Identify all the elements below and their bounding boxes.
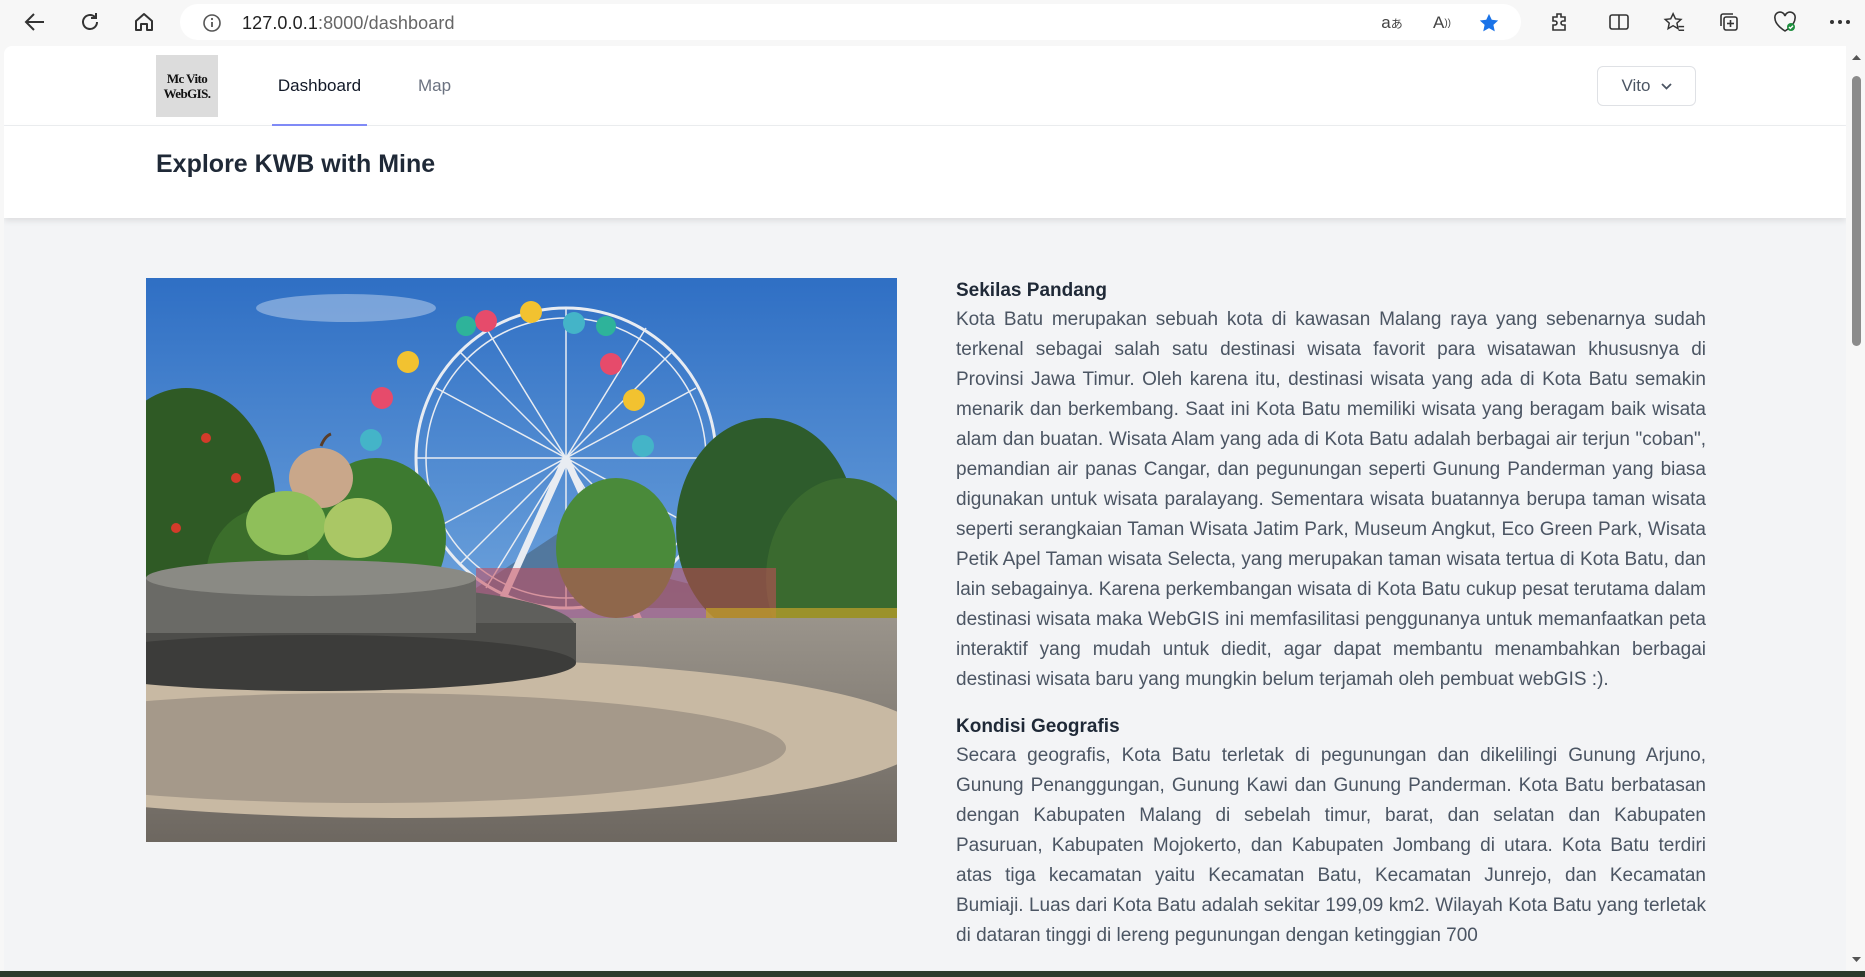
logo-line-2: WebGIS. (163, 86, 211, 101)
split-screen-icon[interactable] (1604, 8, 1634, 36)
user-name: Vito (1621, 76, 1651, 95)
park-photo (146, 278, 897, 842)
scrollbar-thumb[interactable] (1852, 76, 1861, 346)
read-aloud-icon[interactable]: A)) (1430, 11, 1454, 35)
page-title: Explore KWB with Mine (156, 150, 436, 178)
hero-image (146, 278, 897, 842)
url-text[interactable]: 127.0.0.1:8000/dashboard (242, 13, 455, 34)
info-icon[interactable] (202, 13, 222, 38)
scroll-up-icon[interactable] (1851, 52, 1862, 63)
section-title: Sekilas Pandang (956, 280, 1108, 301)
section-overview: Sekilas Pandang Kota Batu merupakan sebu… (956, 277, 1706, 695)
address-bar[interactable]: 127.0.0.1:8000/dashboard aあ A)) (180, 4, 1521, 40)
more-icon[interactable] (1825, 8, 1855, 36)
browser-toolbar: 127.0.0.1:8000/dashboard aあ A)) (0, 0, 1865, 44)
nav-link-dashboard[interactable]: Dashboard (272, 46, 367, 126)
favorite-star-icon[interactable] (1477, 11, 1501, 35)
section-title: Kondisi Geografis (956, 716, 1120, 737)
section-body: Secara geografis, Kota Batu terletak di … (956, 745, 1706, 946)
page-header: Explore KWB with Mine (4, 126, 1846, 218)
window-bottom-edge (0, 971, 1865, 977)
page-viewport: Mc Vito WebGIS. Dashboard Map Vito Explo… (4, 46, 1846, 971)
vertical-scrollbar[interactable] (1848, 46, 1865, 971)
section-body: Kota Batu merupakan sebuah kota di kawas… (956, 309, 1706, 690)
scroll-down-icon[interactable] (1851, 954, 1862, 965)
home-icon[interactable] (128, 6, 160, 38)
back-icon[interactable] (19, 6, 51, 38)
browser-essentials-icon[interactable] (1770, 8, 1800, 36)
logo-line-1: Mc Vito (166, 71, 208, 86)
favorites-icon[interactable] (1659, 8, 1689, 36)
top-navigation: Mc Vito WebGIS. Dashboard Map Vito (4, 46, 1846, 126)
section-geography: Kondisi Geografis Secara geografis, Kota… (956, 713, 1706, 951)
translate-icon[interactable]: aあ (1380, 11, 1404, 35)
content-column: Sekilas Pandang Kota Batu merupakan sebu… (956, 277, 1706, 969)
site-logo[interactable]: Mc Vito WebGIS. (156, 55, 218, 117)
refresh-icon[interactable] (74, 6, 106, 38)
user-menu-button[interactable]: Vito (1597, 66, 1696, 106)
collections-icon[interactable] (1714, 8, 1744, 36)
extensions-icon[interactable] (1545, 8, 1575, 36)
nav-link-map[interactable]: Map (418, 46, 451, 125)
chevron-down-icon (1660, 82, 1672, 90)
